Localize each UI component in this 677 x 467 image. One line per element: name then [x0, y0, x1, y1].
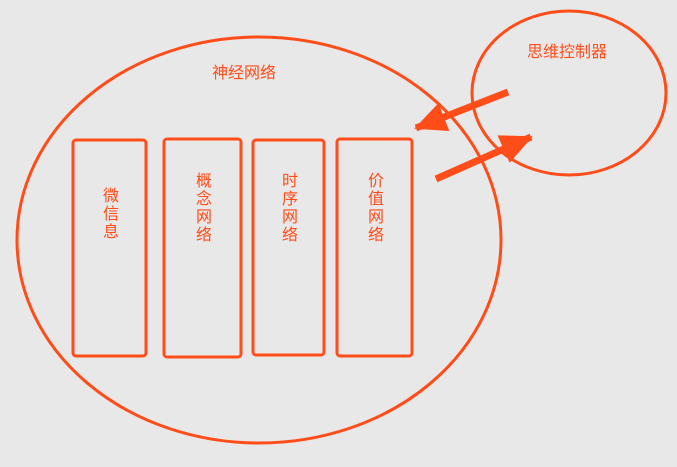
module-label: 概念网络 — [193, 172, 212, 244]
module-micro-information: 微信息 — [71, 138, 148, 358]
neural-network-ellipse — [15, 35, 503, 445]
neural-network-label: 神经网络 — [212, 63, 276, 82]
module-label: 微信息 — [100, 187, 119, 241]
module-label: 价值网络 — [365, 172, 384, 244]
module-box — [71, 138, 148, 358]
module-concept-network: 概念网络 — [162, 137, 243, 359]
diagram-canvas: 神经网络 思维控制器 微信息 概念网络 时序网络 价值网络 — [15, 9, 668, 445]
thought-controller-label: 思维控制器 — [527, 42, 607, 61]
module-sequence-network: 时序网络 — [251, 138, 326, 357]
module-label: 时序网络 — [279, 172, 298, 244]
module-value-network: 价值网络 — [335, 137, 414, 358]
arrow-network-to-controller — [434, 133, 533, 183]
